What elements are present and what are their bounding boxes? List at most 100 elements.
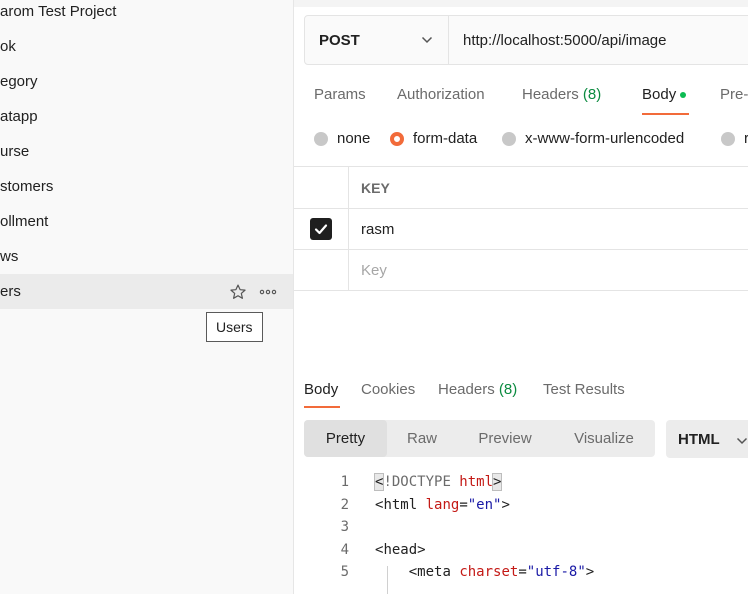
sidebar-item-label: ollment (0, 213, 49, 230)
sidebar-item-category[interactable]: egory (0, 64, 293, 99)
sidebar-item-label: ers (0, 283, 21, 300)
body-type-options: none form-data x-www-form-urlencoded r (294, 130, 748, 152)
method-label: POST (319, 31, 360, 49)
sidebar-item-customers[interactable]: stomers (0, 169, 293, 204)
tab-headers[interactable]: Headers (8) (522, 86, 601, 103)
format-label: HTML (678, 430, 720, 448)
row-check-cell (294, 209, 349, 249)
form-data-table: KEY rasm Key (294, 166, 748, 291)
tab-params[interactable]: Params (314, 86, 366, 103)
key-input-placeholder[interactable]: Key (361, 250, 387, 290)
tab-label: Params (314, 86, 366, 103)
header-check-cell (294, 167, 349, 208)
headers-count: (8) (582, 86, 602, 103)
key-input[interactable]: rasm (361, 209, 394, 249)
sidebar-item-project[interactable]: arom Test Project (0, 0, 293, 29)
sidebar-item-label: arom Test Project (0, 3, 117, 20)
row-check-cell (294, 250, 349, 290)
response-tab-test-results[interactable]: Test Results (543, 381, 625, 398)
line-number: 4 (340, 541, 349, 558)
code-line: 3 (294, 517, 748, 540)
url-text: http://localhost:5000/api/image (463, 31, 667, 49)
view-visualize-button[interactable]: Visualize (553, 420, 655, 457)
radio-circle (721, 131, 735, 146)
response-active-underline (304, 406, 340, 408)
radio-circle (314, 131, 328, 146)
tab-authorization[interactable]: Authorization (397, 86, 485, 103)
tab-label: Cookies (361, 381, 416, 398)
row-enabled-checkbox[interactable] (310, 218, 332, 240)
view-preview-button[interactable]: Preview (457, 420, 553, 457)
line-number: 5 (340, 564, 349, 581)
tab-label: Body (304, 381, 339, 398)
star-icon[interactable] (229, 283, 247, 301)
tab-label: Test Results (543, 381, 625, 398)
sidebar-item-label: egory (0, 73, 38, 90)
sidebar-item-course[interactable]: urse (0, 134, 293, 169)
sidebar-item-enrollment[interactable]: ollment (0, 204, 293, 239)
sidebar-item-users[interactable]: ers (0, 274, 293, 309)
tooltip: Users (206, 312, 263, 342)
request-tabs: Params Authorization Headers (8) Body Pr… (294, 80, 748, 116)
response-code-editor[interactable]: 1 <!DOCTYPE html> 2 <html lang="en"> 3 4… (294, 472, 748, 585)
tab-label: Body (642, 86, 677, 103)
sidebar-item-actions (229, 274, 277, 309)
code-line: 5 <meta charset="utf-8"> (294, 562, 748, 585)
sidebar-item-label: ok (0, 38, 16, 55)
chevron-down-icon (736, 437, 748, 445)
request-panel: POST http://localhost:5000/api/image Par… (294, 0, 748, 594)
tab-label: Pre- (720, 86, 748, 103)
radio-none[interactable]: none (314, 130, 370, 147)
radio-label: form-data (413, 130, 478, 147)
code-text: <html lang="en"> (375, 496, 510, 513)
url-input[interactable]: http://localhost:5000/api/image (449, 16, 666, 64)
sidebar-item-label: atapp (0, 108, 38, 125)
response-tab-headers[interactable]: Headers (8) (438, 381, 517, 398)
sidebar-item-book[interactable]: ok (0, 29, 293, 64)
table-row: rasm (294, 209, 748, 250)
sidebar-item-label: stomers (0, 178, 54, 195)
chevron-down-icon (421, 36, 433, 44)
radio-raw[interactable]: r (721, 130, 748, 147)
request-url-bar: POST http://localhost:5000/api/image (304, 15, 748, 65)
tab-pre-request-script[interactable]: Pre- (720, 86, 748, 103)
radio-circle (502, 131, 516, 146)
response-tab-cookies[interactable]: Cookies (361, 381, 415, 398)
code-text: <meta charset="utf-8"> (408, 564, 595, 581)
checkmark-icon (314, 224, 328, 235)
headers-count: (8) (498, 381, 518, 398)
method-select[interactable]: POST (305, 16, 449, 64)
view-raw-button[interactable]: Raw (387, 420, 457, 457)
radio-label: none (337, 130, 371, 147)
collections-sidebar: arom Test Project ok egory atapp urse st… (0, 0, 294, 594)
response-tab-body[interactable]: Body (304, 381, 338, 398)
response-tabs: Body Cookies Headers (8) Test Results (294, 378, 748, 410)
sidebar-item-label: urse (0, 143, 30, 160)
code-line: 2 <html lang="en"> (294, 495, 748, 518)
indent-guide (387, 566, 388, 594)
active-tab-underline (642, 113, 689, 115)
table-row-empty: Key (294, 250, 748, 291)
sidebar-item-label: ws (0, 248, 19, 265)
sidebar-item-chatapp[interactable]: atapp (0, 99, 293, 134)
tab-label: Authorization (397, 86, 485, 103)
radio-urlencoded[interactable]: x-www-form-urlencoded (502, 130, 684, 147)
line-number: 1 (340, 474, 349, 490)
code-text: <head> (375, 541, 426, 558)
radio-label: r (744, 130, 748, 147)
response-view-toggle: Pretty Raw Preview Visualize (304, 420, 655, 457)
code-line: 1 <!DOCTYPE html> (294, 472, 748, 495)
radio-circle-selected (390, 131, 404, 146)
more-options-icon[interactable] (259, 283, 277, 301)
body-active-dot (680, 92, 687, 99)
line-number: 2 (340, 496, 349, 513)
tab-label: Headers (522, 86, 579, 103)
tab-strip (294, 0, 748, 7)
response-format-select[interactable]: HTML (666, 420, 748, 458)
view-pretty-button[interactable]: Pretty (304, 420, 387, 457)
tab-body[interactable]: Body (642, 86, 687, 103)
radio-label: x-www-form-urlencoded (525, 130, 685, 147)
code-line: 4 <head> (294, 540, 748, 563)
radio-form-data[interactable]: form-data (390, 130, 477, 147)
sidebar-item-news[interactable]: ws (0, 239, 293, 274)
